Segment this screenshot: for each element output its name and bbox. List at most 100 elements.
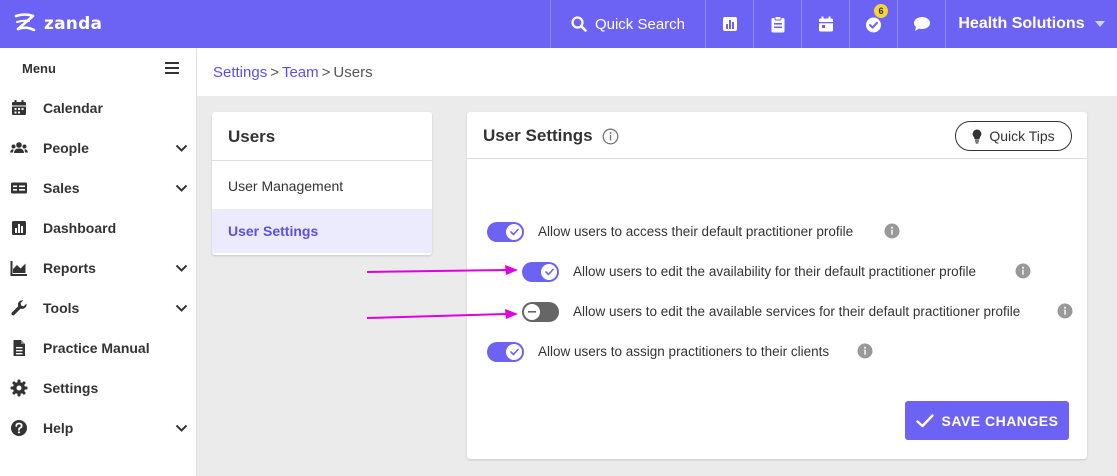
chevron-down-icon [175,424,188,432]
minus-icon [528,311,536,313]
breadcrumb-team-link[interactable]: Team [282,64,319,81]
quick-tips-label: Quick Tips [989,128,1055,144]
setting-label: Allow users to assign practitioners to t… [538,344,830,359]
sidebar-item-label: Calendar [43,100,103,116]
divider [212,160,432,161]
sidebar-item-label: Settings [43,380,99,396]
caret-down-icon [1094,21,1105,27]
breadcrumb-bar: Settings > Team > Users [197,48,1117,96]
save-changes-label: SAVE CHANGES [941,412,1059,429]
wrench-icon [11,300,27,316]
clipboard-button[interactable] [753,0,801,48]
lightbulb-icon [972,129,982,143]
info-icon[interactable] [1015,263,1031,279]
users-submenu-card: Users User Management User Settings [212,112,432,255]
toggle-knob [506,344,522,360]
sidebar-header: Menu [0,48,197,88]
chevron-down-icon [175,184,188,192]
reports-icon [722,17,737,31]
sidebar: Menu Calendar People Sales Dashboard Rep… [0,48,197,476]
zanda-logo-mark [14,13,36,32]
arrow-to-availability-toggle [366,265,518,275]
setting-label: Allow users to access their default prac… [538,224,854,239]
zanda-logo[interactable]: zanda [12,10,102,38]
quick-search-button[interactable]: Quick Search [550,0,705,48]
submenu-item-user-settings[interactable]: User Settings [212,209,432,253]
quick-tips-button[interactable]: Quick Tips [955,121,1072,151]
sidebar-item-reports[interactable]: Reports [0,248,197,288]
annotation-arrows [366,265,518,319]
setting-label: Allow users to edit the available servic… [573,304,1021,319]
breadcrumb: Settings > Team > Users [213,64,373,81]
sidebar-item-label: People [43,140,89,156]
brand-name: zanda [44,14,103,34]
user-settings-card: User Settings Quick Tips Allow users to … [467,112,1087,459]
people-icon [10,142,28,153]
chat-icon [913,17,930,31]
clipboard-icon [771,15,784,32]
sidebar-item-people[interactable]: People [0,128,197,168]
breadcrumb-current: Users [333,64,373,81]
menu-title: Menu [22,61,56,76]
sidebar-item-tools[interactable]: Tools [0,288,197,328]
reports-icon [10,261,27,276]
help-icon [11,420,27,436]
chevron-down-icon [175,144,188,152]
sidebar-item-label: Tools [43,300,80,316]
reports-button[interactable] [705,0,753,48]
search-icon [571,16,587,32]
chevron-down-icon [175,264,188,272]
breadcrumb-separator: > [321,64,331,81]
calendar-button[interactable] [801,0,849,48]
sidebar-item-sales[interactable]: Sales [0,168,197,208]
breadcrumb-separator: > [270,64,279,81]
assign-practitioners-toggle[interactable] [487,342,524,362]
sidebar-item-dashboard[interactable]: Dashboard [0,208,197,248]
submenu-item-user-management[interactable]: User Management [212,164,432,208]
breadcrumb-settings-link[interactable]: Settings [213,64,267,81]
card-header: User Settings Quick Tips [467,112,1087,159]
calendar-icon [818,16,833,32]
toggle-knob [541,264,557,280]
setting-row-edit-services: Allow users to edit the available servic… [522,302,1082,326]
info-icon[interactable] [884,223,900,239]
check-icon [915,413,934,427]
check-icon [544,268,554,276]
dashboard-icon [12,221,26,235]
sidebar-item-label: Practice Manual [43,340,150,356]
document-icon [13,340,25,356]
top-bar: zanda Quick Search 6 Health Solutions [0,0,1117,48]
check-icon [509,348,519,356]
info-outline-icon[interactable] [602,128,619,145]
edit-services-toggle[interactable] [522,302,559,322]
sidebar-item-practice-manual[interactable]: Practice Manual [0,328,197,368]
info-icon[interactable] [1057,303,1073,319]
arrow-to-services-toggle [366,309,518,319]
account-menu[interactable]: Health Solutions [945,0,1117,48]
sidebar-item-label: Help [43,420,74,436]
quick-search-label: Quick Search [594,15,686,33]
check-icon [509,228,519,236]
account-name: Health Solutions [958,15,1085,32]
setting-row-access-profile: Allow users to access their default prac… [487,222,907,246]
tasks-button[interactable]: 6 [849,0,897,48]
hamburger-menu-icon[interactable] [164,61,180,75]
gear-icon [10,379,28,397]
sidebar-item-settings[interactable]: Settings [0,368,197,408]
calendar-icon [12,100,26,115]
submenu-item-label: User Settings [228,223,319,239]
toggle-knob [524,304,540,320]
access-profile-toggle[interactable] [487,222,524,242]
save-changes-button[interactable]: SAVE CHANGES [905,401,1069,440]
setting-row-edit-availability: Allow users to edit the availability for… [522,262,1042,286]
edit-availability-toggle[interactable] [522,262,559,282]
sidebar-item-calendar[interactable]: Calendar [0,88,197,128]
sidebar-item-help[interactable]: Help [0,408,197,448]
tasks-count-badge: 6 [874,4,888,18]
users-submenu-title: Users [228,127,276,146]
setting-label: Allow users to edit the availability for… [573,264,976,279]
info-icon[interactable] [857,343,873,359]
sidebar-item-label: Sales [43,180,80,196]
tasks-check-icon [866,17,881,32]
chat-button[interactable] [897,0,945,48]
